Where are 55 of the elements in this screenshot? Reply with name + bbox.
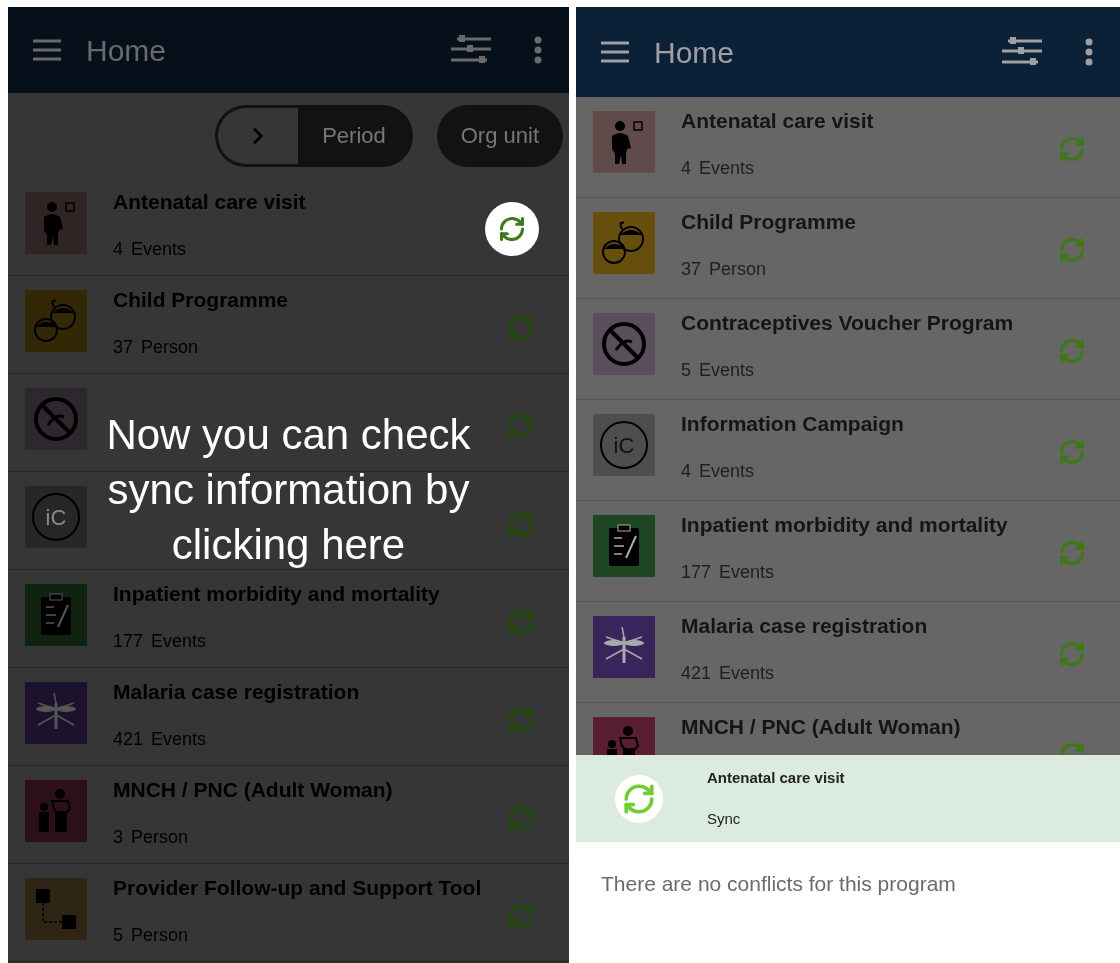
app-bar-title: Home: [86, 32, 167, 69]
sync-icon: [507, 510, 535, 538]
program-name: Information Campaign: [681, 411, 904, 437]
filter-chip[interactable]: Org unit: [436, 104, 563, 167]
sync-icon: [1058, 539, 1086, 567]
record-type: Events: [699, 157, 755, 180]
record-count: 421: [681, 662, 712, 685]
record-type: Person: [709, 258, 767, 281]
chevron-right-icon: [218, 107, 299, 164]
program-name: Contraceptives Voucher Program: [681, 310, 1014, 336]
no-conflicts-message: There are no conflicts for this program: [601, 871, 957, 897]
record-type: Events: [719, 561, 775, 584]
sync-icon: [1058, 337, 1086, 365]
app-bar-title: Home: [654, 34, 735, 71]
program-name: MNCH / PNC (Adult Woman): [681, 714, 961, 740]
period-label: Period: [321, 122, 387, 150]
sync-icon: [1058, 236, 1086, 264]
sync-icon: [507, 412, 535, 440]
sync-icon: [507, 706, 535, 734]
program-name: Child Programme: [681, 209, 857, 235]
record-type: Events: [699, 460, 755, 483]
sync-icon: [1058, 438, 1086, 466]
sheet-sync-status: Sync: [707, 808, 742, 829]
sync-icon: [622, 781, 656, 816]
prohibited-sign-icon: [600, 320, 648, 368]
tutorial-message: Now you can check sync information by clicking here: [105, 410, 472, 570]
sync-icon: [1058, 135, 1086, 163]
period-toggle[interactable]: Period: [215, 104, 413, 167]
record-type: Events: [719, 662, 775, 685]
menu-icon: [32, 39, 62, 61]
sync-icon: [507, 314, 535, 342]
sheet-program-name: Antenatal care visit: [707, 768, 845, 788]
sync-icon: [498, 215, 526, 243]
program-name: Malaria case registration: [681, 613, 928, 639]
ic-logo-icon: iC: [600, 421, 648, 469]
sync-icon: [1058, 640, 1086, 668]
sync-icon: [507, 804, 535, 832]
ic-logo-icon: iC: [32, 493, 80, 541]
more-options-icon: [534, 36, 542, 64]
record-type: Events: [699, 359, 755, 382]
record-count: 5: [681, 359, 691, 382]
record-count: 37: [681, 258, 702, 281]
program-name: Antenatal care visit: [681, 108, 874, 134]
menu-icon: [600, 41, 630, 63]
prohibited-sign-icon: [32, 395, 80, 443]
sync-icon: [507, 608, 535, 636]
record-count: 4: [681, 157, 691, 180]
record-count: 4: [681, 460, 691, 483]
sync-button[interactable]: [485, 202, 539, 256]
sync-icon: [507, 902, 535, 930]
more-options-icon: [1085, 38, 1093, 66]
filter-icon: [1002, 37, 1042, 67]
record-count: 177: [681, 561, 712, 584]
program-name: Inpatient morbidity and mortality: [681, 512, 1008, 538]
filter-icon: [451, 35, 491, 65]
